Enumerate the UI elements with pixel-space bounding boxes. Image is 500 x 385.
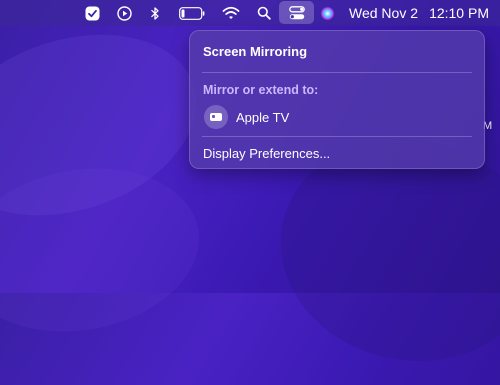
- search-icon[interactable]: [256, 0, 272, 26]
- battery-icon[interactable]: [178, 0, 206, 26]
- divider: [202, 72, 472, 73]
- wifi-icon[interactable]: [222, 0, 240, 26]
- bluetooth-icon[interactable]: [148, 0, 162, 26]
- mirror-extend-label: Mirror or extend to:: [203, 83, 319, 97]
- screen-mirroring-popover: Screen Mirroring Mirror or extend to: Ap…: [189, 30, 485, 169]
- menu-bar-clock[interactable]: Wed Nov 2 12:10 PM: [349, 0, 489, 26]
- display-preferences-link[interactable]: Display Preferences...: [203, 146, 330, 161]
- popover-title: Screen Mirroring: [203, 44, 308, 59]
- apple-tv-icon: [204, 105, 228, 129]
- clock-time: 12:10 PM: [429, 5, 489, 21]
- wallpaper-wave: [0, 150, 213, 350]
- play-circle-icon[interactable]: [116, 0, 132, 26]
- siri-icon[interactable]: [319, 0, 335, 26]
- menu-bar: Wed Nov 2 12:10 PM: [0, 0, 500, 26]
- divider: [202, 136, 472, 137]
- device-item-apple-tv[interactable]: Apple TV: [200, 104, 472, 130]
- clock-date: Wed Nov 2: [349, 5, 418, 21]
- control-center-icon[interactable]: [279, 1, 314, 24]
- checkmark-icon[interactable]: [84, 0, 100, 26]
- device-name: Apple TV: [236, 109, 290, 125]
